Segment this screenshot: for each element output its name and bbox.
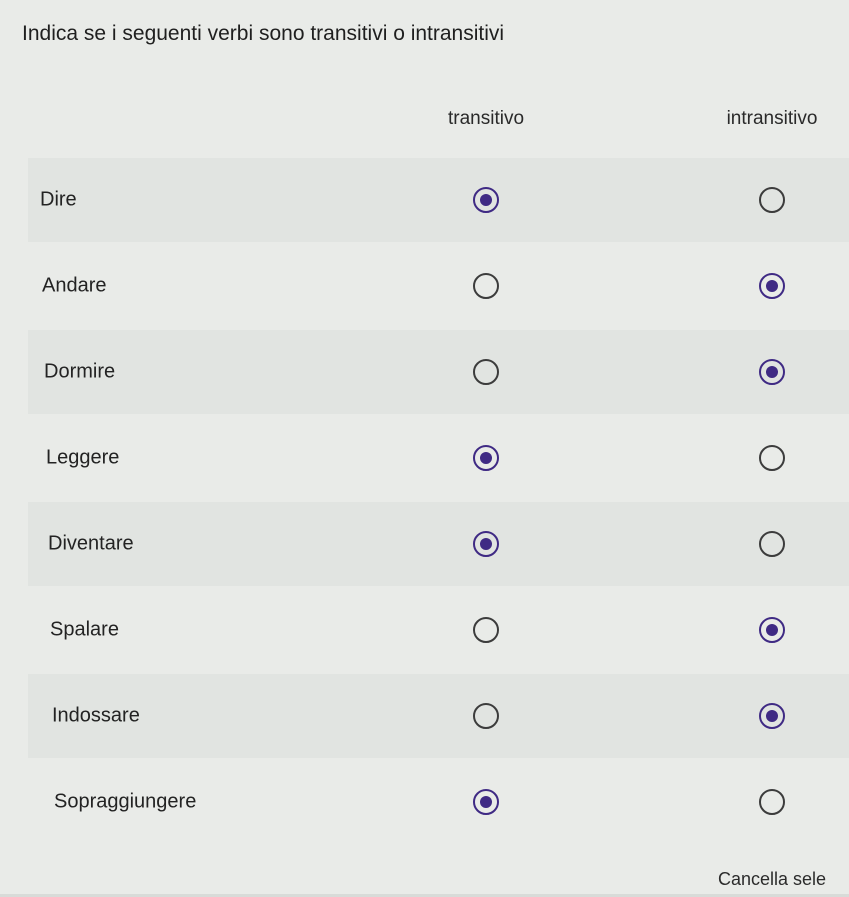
radio-diventare-intransitivo[interactable] [759,531,785,557]
row-label: Andare [42,274,107,297]
column-header-intransitivo: intransitivo [726,108,818,129]
radio-dire-transitivo[interactable] [473,187,499,213]
row-label: Spalare [50,618,119,641]
radio-spalare-intransitivo[interactable] [759,617,785,643]
radio-leggere-intransitivo[interactable] [759,445,785,471]
grid-row-dire: Dire [28,158,849,242]
grid-row-sopraggiungere: Sopraggiungere [28,760,849,844]
radio-indossare-transitivo[interactable] [473,703,499,729]
radio-andare-transitivo[interactable] [473,273,499,299]
radio-sopraggiungere-transitivo[interactable] [473,789,499,815]
row-label: Indossare [52,704,140,727]
row-label: Sopraggiungere [54,790,197,813]
row-label: Diventare [48,532,134,555]
radio-andare-intransitivo[interactable] [759,273,785,299]
question-title: Indica se i seguenti verbi sono transiti… [22,22,505,45]
row-label: Leggere [46,446,120,469]
row-label: Dormire [44,360,116,383]
grid-row-leggere: Leggere [28,416,849,500]
radio-indossare-intransitivo[interactable] [759,703,785,729]
clear-selection-button[interactable]: Cancella sele [718,869,826,890]
grid-row-diventare: Diventare [28,502,849,586]
radio-sopraggiungere-intransitivo[interactable] [759,789,785,815]
row-label: Dire [40,188,77,211]
grid-row-dormire: Dormire [28,330,849,414]
grid-row-andare: Andare [28,244,849,328]
radio-spalare-transitivo[interactable] [473,617,499,643]
radio-dormire-intransitivo[interactable] [759,359,785,385]
radio-leggere-transitivo[interactable] [473,445,499,471]
grid-row-spalare: Spalare [28,588,849,672]
radio-dormire-transitivo[interactable] [473,359,499,385]
radio-diventare-transitivo[interactable] [473,531,499,557]
grid-row-indossare: Indossare [28,674,849,758]
radio-dire-intransitivo[interactable] [759,187,785,213]
column-header-transitivo: transitivo [447,108,525,129]
